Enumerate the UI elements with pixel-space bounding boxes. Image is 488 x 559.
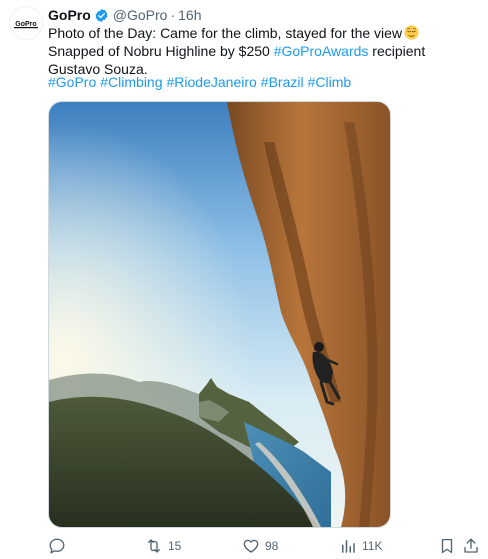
share-button[interactable] xyxy=(462,536,480,556)
reply-icon xyxy=(49,538,65,554)
hashtag-brazil[interactable]: #Brazil xyxy=(261,74,304,90)
views-count: 11K xyxy=(362,539,383,553)
hashtag-climb[interactable]: #Climb xyxy=(308,74,352,90)
author-handle[interactable]: @GoPro xyxy=(113,7,168,23)
hashtag-riodejaneiro[interactable]: #RiodeJaneiro xyxy=(167,74,257,90)
avatar[interactable]: GoPro xyxy=(9,6,43,40)
views-button[interactable]: 11K xyxy=(339,536,382,556)
like-count: 98 xyxy=(265,539,279,553)
hashtag-gopro[interactable]: #GoPro xyxy=(48,74,96,90)
climber-photo xyxy=(49,102,390,527)
verified-badge-icon xyxy=(95,8,108,22)
retweet-button[interactable]: 15 xyxy=(145,536,181,556)
tweet-photo[interactable] xyxy=(48,101,391,528)
retweet-count: 15 xyxy=(168,539,182,553)
tweet-text: Photo of the Day: Came for the climb, st… xyxy=(48,24,473,78)
hashtag-list: #GoPro #Climbing #RiodeJaneiro #Brazil #Clim… xyxy=(48,73,355,91)
tweet[interactable]: GoPro GoPro @GoPro · 16h Photo of the Da… xyxy=(0,0,488,559)
action-bar: 15 98 11K xyxy=(48,536,478,556)
share-icon xyxy=(464,538,478,553)
like-button[interactable]: 98 xyxy=(242,536,278,556)
like-icon xyxy=(243,539,259,553)
hashtag-climbing[interactable]: #Climbing xyxy=(100,74,162,90)
author-name[interactable]: GoPro xyxy=(48,7,91,23)
tweet-text-part2: Snapped of Nobru Highline by $250 xyxy=(48,43,274,59)
tweet-text-part1: Photo of the Day: Came for the climb, st… xyxy=(48,25,403,41)
retweet-icon xyxy=(148,539,160,553)
separator: · xyxy=(170,7,176,23)
views-icon xyxy=(342,540,355,553)
bookmark-button[interactable] xyxy=(438,536,456,556)
relieved-face-icon xyxy=(404,25,419,40)
hashtag-link-goproawards[interactable]: #GoProAwards xyxy=(274,43,369,59)
tweet-header: GoPro @GoPro · 16h xyxy=(48,5,202,25)
bookmark-icon xyxy=(441,538,453,554)
timestamp[interactable]: 16h xyxy=(178,7,201,23)
reply-button[interactable] xyxy=(48,536,71,556)
avatar-logo: GoPro xyxy=(15,21,36,28)
